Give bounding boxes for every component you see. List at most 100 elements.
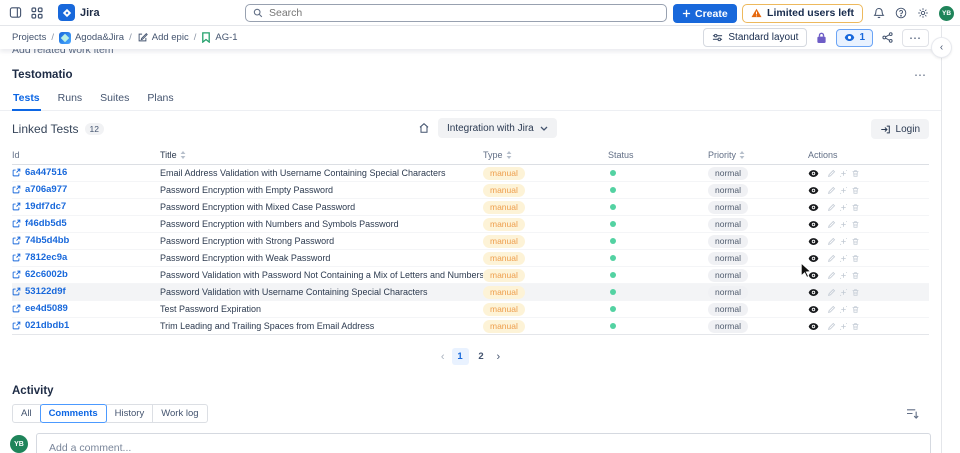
breadcrumb-project[interactable]: Agoda&Jira xyxy=(58,31,124,44)
home-icon[interactable] xyxy=(418,122,430,134)
pencil-icon[interactable] xyxy=(827,288,836,297)
trash-icon[interactable] xyxy=(851,186,860,195)
search-input[interactable] xyxy=(269,7,659,19)
page-button-1[interactable]: 1 xyxy=(451,348,469,365)
breadcrumb-projects[interactable]: Projects xyxy=(12,32,46,43)
lock-icon[interactable] xyxy=(816,32,827,44)
sort-order-icon[interactable] xyxy=(906,408,919,419)
column-header-priority[interactable]: Priority xyxy=(708,150,808,160)
comment-box[interactable]: Add a comment... Looks good! Need help? … xyxy=(36,433,931,453)
integration-dropdown[interactable]: Integration with Jira xyxy=(438,118,557,138)
wand-icon[interactable] xyxy=(839,203,848,212)
column-header-type[interactable]: Type xyxy=(483,150,608,160)
eye-icon[interactable] xyxy=(808,186,819,195)
standard-layout-button[interactable]: Standard layout xyxy=(703,28,808,47)
next-page-icon[interactable]: › xyxy=(494,351,504,363)
table-row[interactable]: a706a977 Password Encryption with Empty … xyxy=(12,182,929,199)
prev-page-icon[interactable]: ‹ xyxy=(438,351,448,363)
login-button[interactable]: Login xyxy=(870,119,929,139)
test-id-link[interactable]: 74b5d4bb xyxy=(12,235,69,246)
create-button[interactable]: Create xyxy=(673,4,737,23)
limited-users-button[interactable]: Limited users left xyxy=(742,3,863,23)
activity-tab-all[interactable]: All xyxy=(12,404,41,423)
wand-icon[interactable] xyxy=(839,169,848,178)
table-row[interactable]: 62c6002b Password Validation with Passwo… xyxy=(12,267,929,284)
collapse-panel-button[interactable]: ‹ xyxy=(932,38,951,57)
app-switcher-icon[interactable] xyxy=(31,6,43,19)
comment-placeholder[interactable]: Add a comment... xyxy=(49,442,918,453)
panel-tab-plans[interactable]: Plans xyxy=(146,90,174,110)
test-id-link[interactable]: f46db5d5 xyxy=(12,218,67,229)
trash-icon[interactable] xyxy=(851,220,860,229)
pencil-icon[interactable] xyxy=(827,169,836,178)
breadcrumb-add-epic[interactable]: Add epic xyxy=(137,32,189,43)
eye-icon[interactable] xyxy=(808,220,819,229)
sidebar-toggle-icon[interactable] xyxy=(9,6,22,19)
panel-tab-runs[interactable]: Runs xyxy=(57,90,84,110)
table-row[interactable]: 7812ec9a Password Encryption with Weak P… xyxy=(12,250,929,267)
help-icon[interactable] xyxy=(895,7,907,19)
table-row[interactable]: 021dbdb1 Trim Leading and Trailing Space… xyxy=(12,318,929,335)
table-row[interactable]: 74b5d4bb Password Encryption with Strong… xyxy=(12,233,929,250)
settings-gear-icon[interactable] xyxy=(917,7,929,19)
pencil-icon[interactable] xyxy=(827,237,836,246)
wand-icon[interactable] xyxy=(839,186,848,195)
user-avatar[interactable]: YB xyxy=(939,5,954,21)
watchers-chip[interactable]: 1 xyxy=(836,28,873,47)
trash-icon[interactable] xyxy=(851,203,860,212)
eye-icon[interactable] xyxy=(808,254,819,263)
eye-icon[interactable] xyxy=(808,169,819,178)
eye-icon[interactable] xyxy=(808,288,819,297)
breadcrumb-issue-key[interactable]: AG-1 xyxy=(201,32,238,43)
pencil-icon[interactable] xyxy=(827,254,836,263)
trash-icon[interactable] xyxy=(851,288,860,297)
panel-tab-tests[interactable]: Tests xyxy=(12,90,41,111)
pencil-icon[interactable] xyxy=(827,203,836,212)
test-id-link[interactable]: 7812ec9a xyxy=(12,252,67,263)
more-actions-button[interactable]: ⋯ xyxy=(902,28,929,47)
wand-icon[interactable] xyxy=(839,271,848,280)
wand-icon[interactable] xyxy=(839,254,848,263)
pencil-icon[interactable] xyxy=(827,220,836,229)
table-row[interactable]: 19df7dc7 Password Encryption with Mixed … xyxy=(12,199,929,216)
test-id-link[interactable]: 6a447516 xyxy=(12,167,67,178)
share-icon[interactable] xyxy=(882,32,893,43)
panel-tab-suites[interactable]: Suites xyxy=(99,90,130,110)
test-id-link[interactable]: 53122d9f xyxy=(12,286,66,297)
pencil-icon[interactable] xyxy=(827,305,836,314)
notifications-bell-icon[interactable] xyxy=(873,7,885,19)
page-button-2[interactable]: 2 xyxy=(473,348,490,365)
table-row[interactable]: f46db5d5 Password Encryption with Number… xyxy=(12,216,929,233)
wand-icon[interactable] xyxy=(839,237,848,246)
eye-icon[interactable] xyxy=(808,322,819,331)
panel-more-button[interactable]: ⋯ xyxy=(914,68,927,82)
eye-icon[interactable] xyxy=(808,203,819,212)
table-row[interactable]: 6a447516 Email Address Validation with U… xyxy=(12,165,929,182)
wand-icon[interactable] xyxy=(839,322,848,331)
trash-icon[interactable] xyxy=(851,322,860,331)
jira-home-link[interactable]: Jira xyxy=(58,4,100,21)
column-header-title[interactable]: Title xyxy=(160,150,483,160)
eye-icon[interactable] xyxy=(808,237,819,246)
trash-icon[interactable] xyxy=(851,271,860,280)
global-search[interactable] xyxy=(245,4,667,22)
table-row[interactable]: ee4d5089 Test Password Expiration manual… xyxy=(12,301,929,318)
eye-icon[interactable] xyxy=(808,271,819,280)
test-id-link[interactable]: ee4d5089 xyxy=(12,303,68,314)
activity-tab-work-log[interactable]: Work log xyxy=(152,404,208,423)
wand-icon[interactable] xyxy=(839,288,848,297)
trash-icon[interactable] xyxy=(851,237,860,246)
test-id-link[interactable]: a706a977 xyxy=(12,184,67,195)
wand-icon[interactable] xyxy=(839,220,848,229)
activity-tab-history[interactable]: History xyxy=(105,404,154,423)
activity-tab-comments[interactable]: Comments xyxy=(39,404,107,423)
trash-icon[interactable] xyxy=(851,305,860,314)
test-id-link[interactable]: 19df7dc7 xyxy=(12,201,66,212)
table-row[interactable]: 53122d9f Password Validation with Userna… xyxy=(12,284,929,301)
test-id-link[interactable]: 62c6002b xyxy=(12,269,68,280)
trash-icon[interactable] xyxy=(851,254,860,263)
pencil-icon[interactable] xyxy=(827,186,836,195)
eye-icon[interactable] xyxy=(808,305,819,314)
trash-icon[interactable] xyxy=(851,169,860,178)
comment-avatar[interactable]: YB xyxy=(10,435,28,453)
